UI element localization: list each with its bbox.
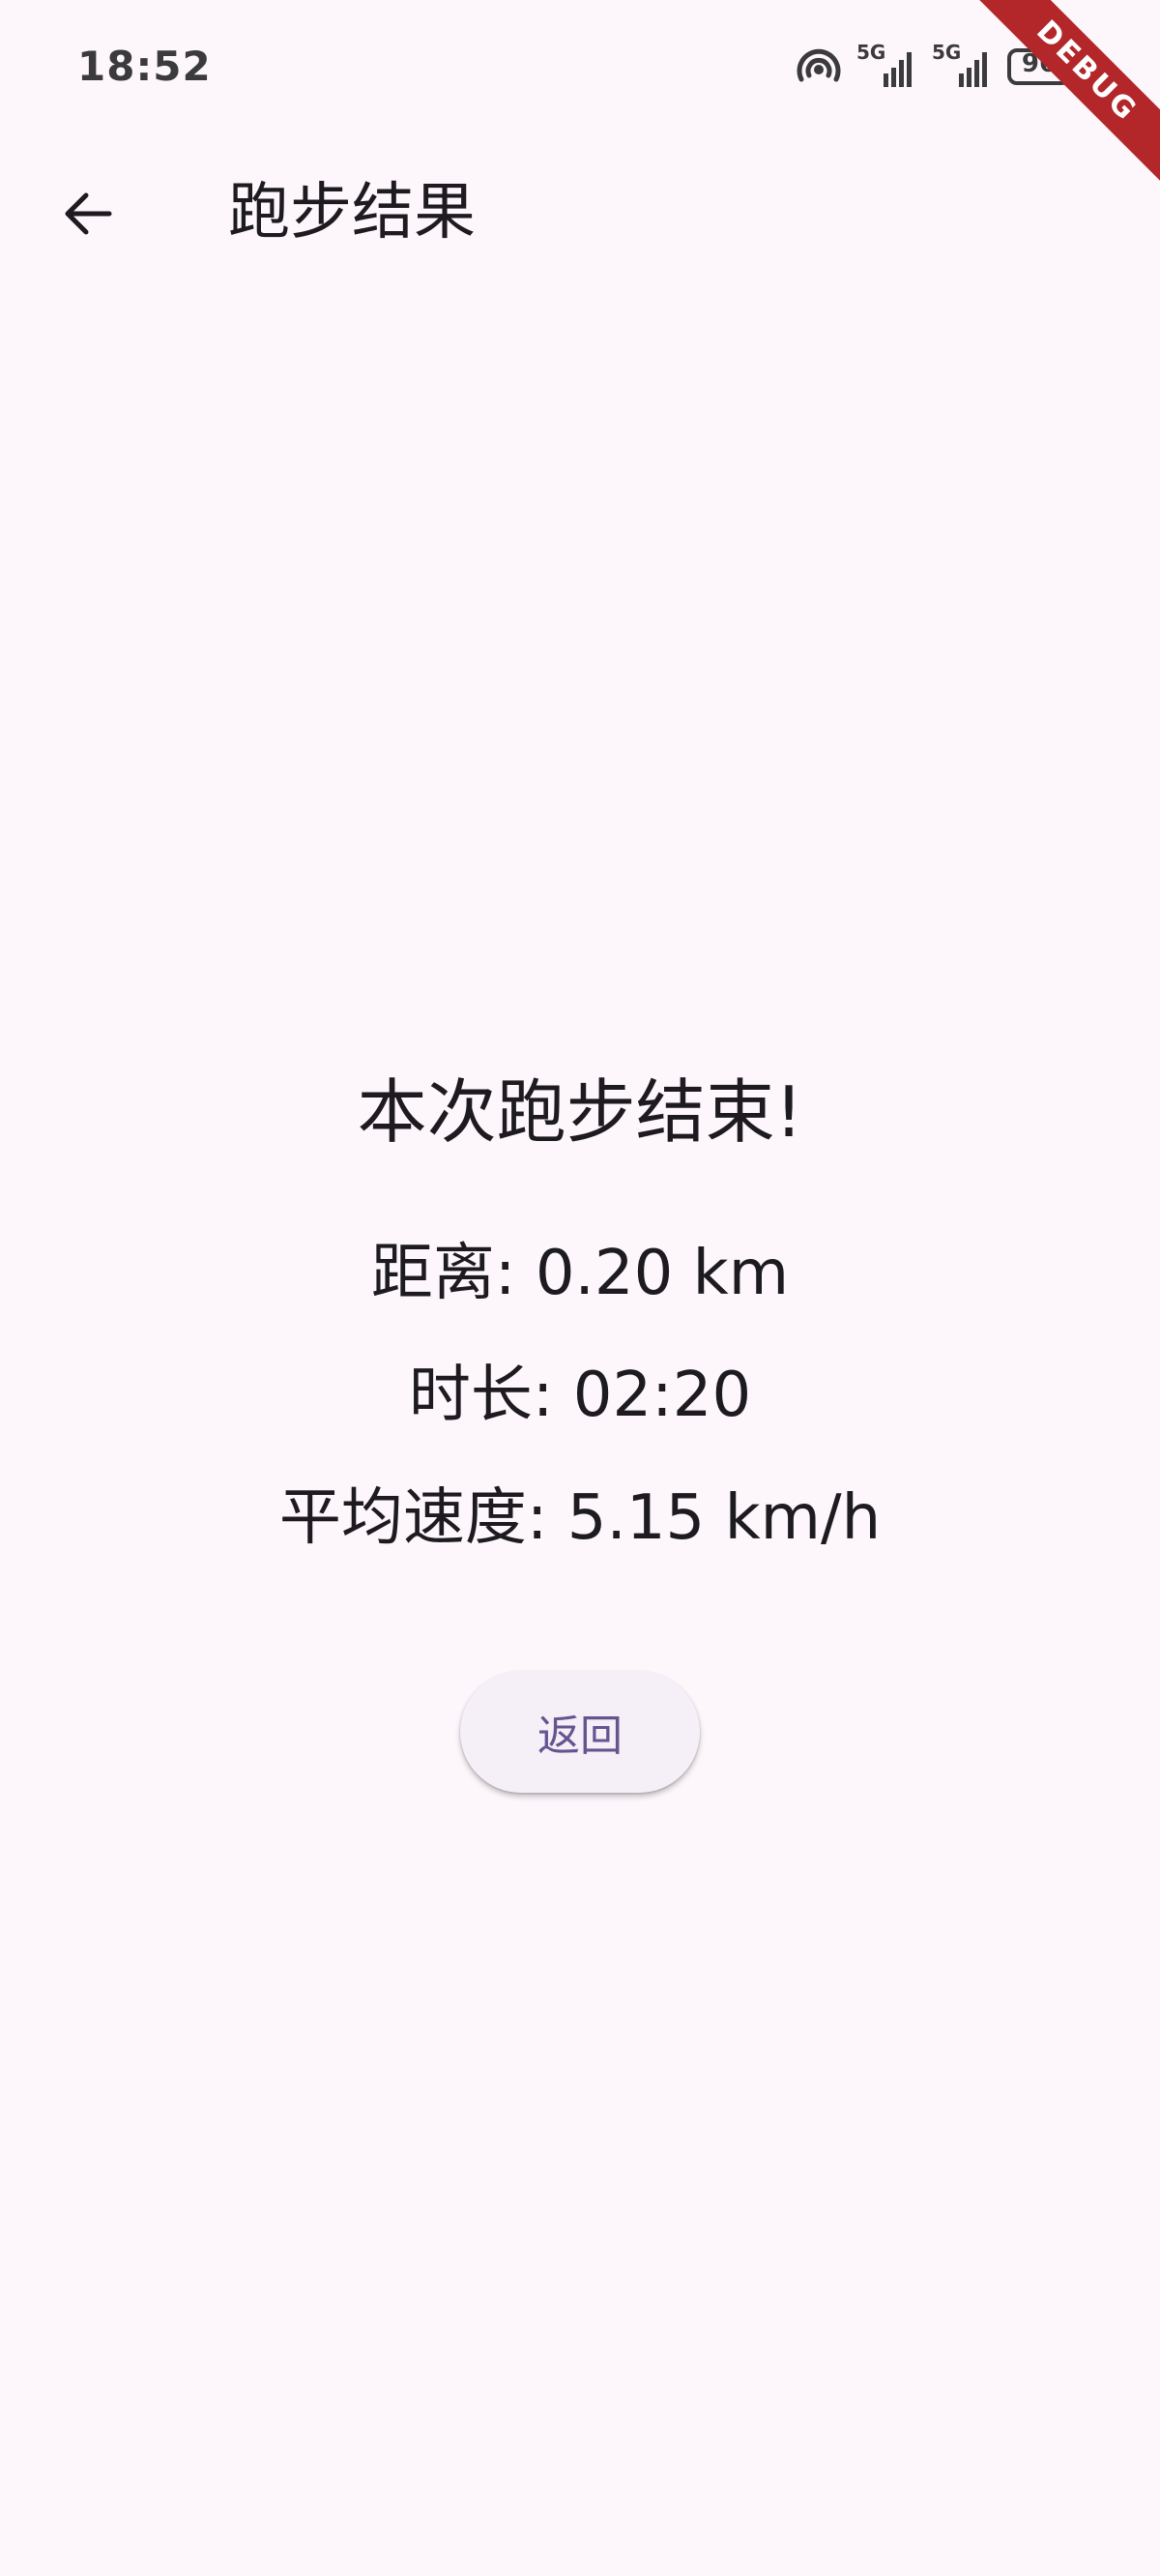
duration-value: 时长: 02:20 xyxy=(408,1360,752,1431)
arrow-back-icon xyxy=(59,185,117,247)
status-time: 18:52 xyxy=(77,43,212,90)
app-bar: 跑步结果 xyxy=(0,145,1160,271)
back-button[interactable] xyxy=(44,172,131,259)
avg-speed-value: 平均速度: 5.15 km/h xyxy=(278,1482,882,1554)
hotspot-icon xyxy=(795,46,843,87)
result-heading: 本次跑步结束! xyxy=(357,1071,803,1153)
signal-5g-icon: 5G xyxy=(856,41,918,89)
signal-5g-icon: 5G xyxy=(932,41,994,89)
return-button-label: 返回 xyxy=(537,1712,623,1761)
distance-value: 距离: 0.20 km xyxy=(370,1238,790,1309)
status-bar: 18:52 5G 5G 96 xyxy=(0,0,1160,135)
return-button[interactable]: 返回 xyxy=(460,1671,700,1793)
page-title: 跑步结果 xyxy=(228,177,476,249)
